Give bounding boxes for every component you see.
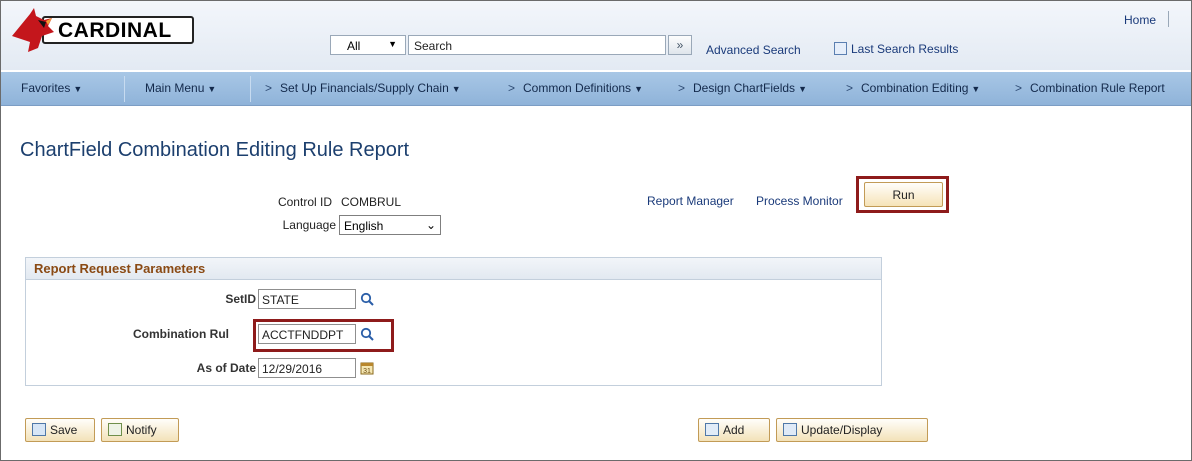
control-id-label: Control ID	[277, 195, 332, 209]
chevron-down-icon: ▼	[798, 84, 807, 94]
control-id-value: COMBRUL	[341, 195, 402, 209]
chevron-right-icon: >	[846, 81, 854, 95]
page-title: ChartField Combination Editing Rule Repo…	[20, 139, 410, 161]
calendar-icon[interactable]: 31	[360, 361, 374, 375]
nav-combination-rule-report[interactable]: > Combination Rule Report	[1015, 81, 1165, 95]
search-go-button[interactable]: »	[668, 35, 692, 55]
search-results-icon	[834, 42, 847, 55]
last-search-results-label: Last Search Results	[851, 42, 959, 56]
chevron-right-icon: >	[265, 81, 273, 95]
language-value: English	[344, 219, 384, 233]
svg-text:31: 31	[363, 368, 371, 375]
nav-common-definitions[interactable]: > Common Definitions ▼	[508, 81, 643, 95]
chevron-down-icon: ▼	[207, 84, 217, 94]
notify-button[interactable]: Notify	[101, 418, 179, 442]
chevron-right-icon: >	[508, 81, 516, 95]
cardinal-logo[interactable]: CARDINAL	[8, 6, 198, 52]
nav-combination-editing[interactable]: > Combination Editing ▼	[846, 81, 980, 95]
save-button[interactable]: Save	[25, 418, 95, 442]
nav-favorites[interactable]: Favorites ▼	[21, 81, 82, 95]
process-monitor-link[interactable]: Process Monitor	[756, 194, 843, 208]
setid-label: SetID	[225, 292, 256, 306]
combination-rule-label: Combination Rul	[133, 327, 229, 341]
as-of-date-field[interactable]: 12/29/2016	[258, 358, 356, 378]
breadcrumb-navbar: Favorites ▼ Main Menu ▼ > Set Up Financials…	[0, 72, 1192, 106]
chevron-right-icon: >	[1015, 81, 1023, 95]
notify-label: Notify	[126, 423, 157, 437]
nav-label: Main Menu	[145, 81, 205, 95]
nav-set-up-financials[interactable]: > Set Up Financials/Supply Chain ▼	[265, 81, 461, 95]
lookup-magnifier-icon[interactable]	[360, 292, 374, 306]
divider	[250, 76, 251, 102]
save-label: Save	[50, 423, 78, 437]
nav-label: Common Definitions	[523, 81, 632, 95]
report-manager-link[interactable]: Report Manager	[647, 194, 734, 208]
chevron-down-icon: ⌄	[425, 218, 436, 232]
search-scope-select[interactable]: All ▼	[330, 35, 406, 55]
run-highlight-box	[856, 176, 949, 213]
as-of-date-label: As of Date	[196, 361, 256, 375]
language-label: Language	[282, 218, 336, 232]
double-chevron-right-icon: »	[676, 38, 684, 52]
header-bar: CARDINAL All ▼ Search » Advanced Search …	[0, 0, 1192, 70]
add-label: Add	[723, 423, 745, 437]
search-placeholder: Search	[414, 39, 453, 53]
group-header: Report Request Parameters	[26, 258, 881, 280]
update-display-button[interactable]: Update/Display	[776, 418, 928, 442]
chevron-down-icon: ▼	[388, 39, 397, 49]
nav-label: Set Up Financials/Supply Chain	[280, 81, 449, 95]
nav-label: Combination Rule Report	[1030, 81, 1165, 95]
as-of-date-value: 12/29/2016	[262, 362, 323, 376]
chevron-down-icon: ▼	[634, 84, 643, 94]
setid-field[interactable]: STATE	[258, 289, 356, 309]
search-input[interactable]: Search	[408, 35, 666, 55]
logo-text: CARDINAL	[58, 19, 172, 42]
chevron-right-icon: >	[678, 81, 686, 95]
chevron-down-icon: ▼	[451, 84, 461, 94]
save-icon	[32, 423, 46, 436]
nav-label: Design ChartFields	[693, 81, 796, 95]
chevron-down-icon: ▼	[73, 84, 83, 94]
search-scope-value: All	[347, 39, 361, 53]
home-link[interactable]: Home	[1124, 13, 1156, 27]
update-icon	[783, 423, 797, 436]
nav-main-menu[interactable]: Main Menu ▼	[145, 81, 216, 95]
add-button[interactable]: Add	[698, 418, 770, 442]
last-search-results-link[interactable]: Last Search Results	[834, 42, 958, 56]
add-icon	[705, 423, 719, 436]
divider	[124, 76, 125, 102]
nav-label: Combination Editing	[861, 81, 969, 95]
update-display-label: Update/Display	[801, 423, 883, 437]
language-select[interactable]: English ⌄	[339, 215, 441, 235]
advanced-search-link[interactable]: Advanced Search	[706, 43, 801, 57]
nav-label: Favorites	[21, 81, 71, 95]
setid-value: STATE	[262, 293, 299, 307]
nav-design-chartfields[interactable]: > Design ChartFields ▼	[678, 81, 807, 95]
chevron-down-icon: ▼	[971, 84, 981, 94]
combination-rule-highlight-box	[253, 319, 394, 352]
notify-icon	[108, 423, 122, 436]
divider	[1168, 11, 1169, 27]
report-request-parameters-group: Report Request Parameters	[25, 257, 882, 386]
